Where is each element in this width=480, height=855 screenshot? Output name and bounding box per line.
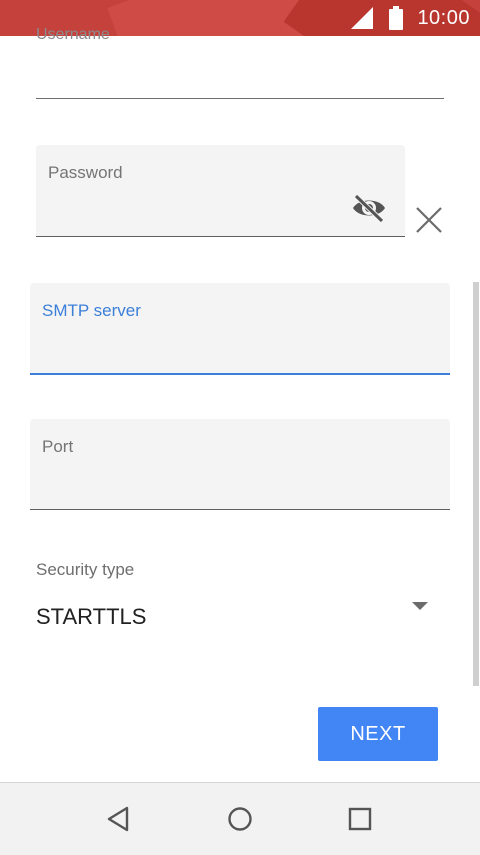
port-label: Port — [42, 437, 74, 456]
navigation-bar — [0, 782, 480, 855]
close-icon[interactable] — [414, 205, 444, 235]
port-underline — [30, 509, 450, 510]
battery-icon — [389, 6, 404, 30]
recents-icon[interactable] — [346, 805, 374, 833]
smtp-server-label: SMTP server — [42, 301, 141, 320]
username-label: Username — [36, 26, 110, 43]
security-type-select[interactable]: STARTTLS — [36, 604, 146, 630]
visibility-off-icon[interactable] — [351, 193, 387, 223]
status-time: 10:00 — [417, 6, 470, 29]
security-type-label: Security type — [36, 560, 135, 579]
status-icons: 10:00 — [349, 0, 470, 36]
password-field[interactable]: Password — [36, 145, 405, 237]
port-field[interactable]: Port — [30, 419, 450, 510]
back-icon[interactable] — [105, 805, 133, 833]
home-icon[interactable] — [226, 805, 254, 833]
smtp-server-field[interactable]: SMTP server — [30, 283, 450, 375]
smtp-server-underline — [30, 373, 450, 375]
password-label: Password — [48, 163, 123, 182]
username-field[interactable] — [36, 98, 444, 99]
password-underline — [36, 236, 405, 237]
dropdown-arrow-icon[interactable] — [412, 602, 428, 610]
scrollbar[interactable] — [473, 282, 479, 686]
next-button[interactable]: NEXT — [318, 707, 438, 761]
signal-icon — [351, 7, 374, 29]
